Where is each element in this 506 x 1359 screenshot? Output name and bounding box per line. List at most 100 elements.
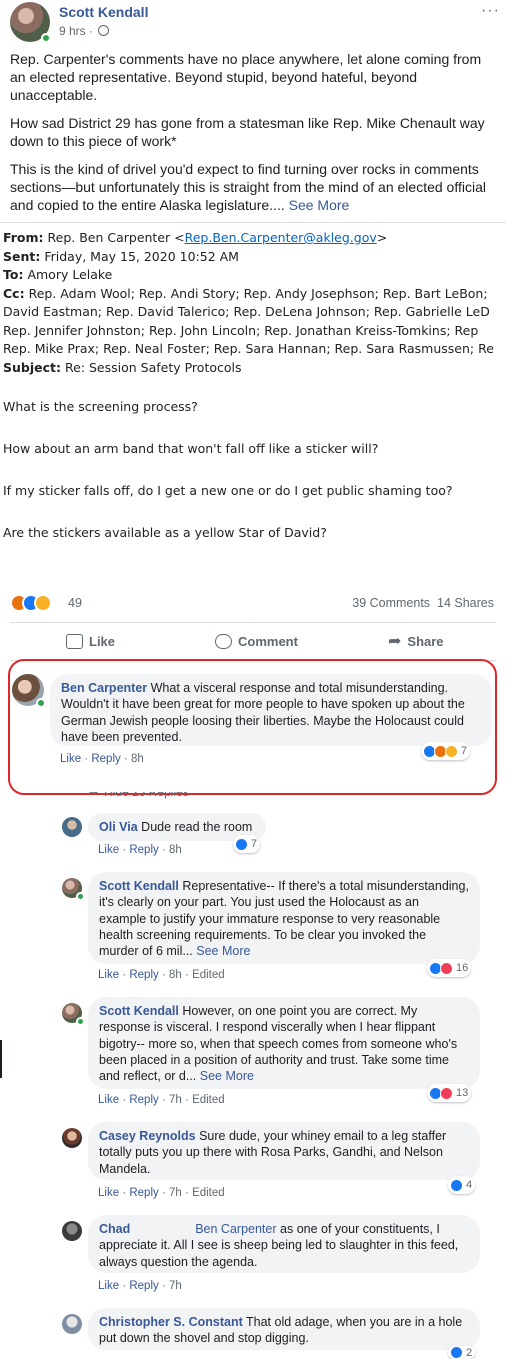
- comment-reaction-count: 2: [466, 1346, 473, 1359]
- commenter-name[interactable]: Christopher S. Constant: [99, 1315, 243, 1329]
- see-more-link[interactable]: See More: [289, 197, 350, 213]
- post-header: Scott Kendall 9 hrs · ···: [10, 2, 500, 43]
- separator: ·: [161, 1280, 166, 1292]
- comment-like-link[interactable]: Like: [98, 844, 119, 856]
- author-avatar[interactable]: [10, 2, 51, 43]
- post-timestamp[interactable]: 9 hrs ·: [59, 24, 93, 38]
- comment-actions: Like · Reply · 7h · Edited: [98, 1187, 225, 1199]
- commenter-avatar[interactable]: [62, 1221, 82, 1241]
- email-body: What is the screening process? How about…: [0, 399, 506, 540]
- separator: ·: [84, 753, 89, 765]
- comments-shares-count: 39 Comments 14 Shares: [352, 596, 494, 610]
- comment-bubble: Scott Kendall However, on one point you …: [88, 997, 480, 1089]
- share-icon: ➦: [388, 633, 402, 650]
- commenter-name[interactable]: Scott Kendall: [99, 1004, 179, 1018]
- comment-reply-link[interactable]: Reply: [129, 844, 158, 856]
- email-header: From: Rep. Ben Carpenter <Rep.Ben.Carpen…: [0, 223, 506, 377]
- comment-like-link[interactable]: Like: [98, 969, 119, 981]
- comment-time[interactable]: 7h: [169, 1187, 182, 1199]
- commenter-name[interactable]: Casey Reynolds: [99, 1129, 196, 1143]
- comment-label: Comment: [238, 634, 298, 649]
- commenter-name[interactable]: Ben Carpenter: [61, 681, 147, 695]
- email-cc-line: Cc: Rep. Adam Wool; Rep. Andi Story; Rep…: [3, 285, 488, 301]
- mask: [60, 780, 260, 792]
- post-paragraph-text: This is the kind of drivel you'd expect …: [10, 161, 486, 213]
- edited-label[interactable]: Edited: [192, 1094, 225, 1106]
- email-body-line: What is the screening process?: [3, 399, 198, 414]
- edited-label[interactable]: Edited: [192, 969, 225, 981]
- email-body-line: If my sticker falls off, do I get a new …: [3, 483, 453, 498]
- comment-reply-link[interactable]: Reply: [91, 753, 120, 765]
- comment-reactions[interactable]: 13: [427, 1084, 472, 1102]
- comment-time[interactable]: 7h: [169, 1094, 182, 1106]
- comment-like-link[interactable]: Like: [98, 1280, 119, 1292]
- comment-time[interactable]: 8h: [169, 969, 182, 981]
- commenter-avatar[interactable]: [62, 1003, 85, 1026]
- comment-reactions[interactable]: 4: [448, 1176, 476, 1194]
- comment-reaction-count: 13: [456, 1087, 469, 1099]
- post-text: Rep. Carpenter's comments have no place …: [10, 50, 494, 224]
- sad-reaction-icon: [445, 744, 458, 758]
- comment-like-link[interactable]: Like: [60, 753, 81, 765]
- divider: [10, 622, 496, 623]
- see-more-link[interactable]: See More: [200, 1069, 254, 1083]
- separator: ·: [185, 969, 189, 981]
- separator: ·: [122, 1187, 127, 1199]
- share-button[interactable]: ➦ Share: [388, 633, 444, 650]
- globe-icon: [98, 25, 110, 36]
- comment-reactions[interactable]: 7: [421, 742, 471, 760]
- thumbs-up-icon: [66, 634, 83, 649]
- email-screenshot-image[interactable]: From: Rep. Ben Carpenter <Rep.Ben.Carpen…: [0, 222, 506, 585]
- separator: ·: [161, 969, 166, 981]
- love-reaction-icon: [440, 1086, 453, 1100]
- comment-reply-link[interactable]: Reply: [129, 969, 158, 981]
- see-more-link[interactable]: See More: [196, 944, 250, 958]
- comment-reactions[interactable]: 7: [233, 835, 261, 853]
- commenter-name[interactable]: Oli Via: [99, 820, 138, 834]
- commenter-avatar[interactable]: [62, 817, 82, 837]
- shares-count[interactable]: 14 Shares: [437, 596, 494, 610]
- comment-reactions[interactable]: 2: [448, 1346, 476, 1359]
- comment-reaction-count: 7: [461, 745, 468, 757]
- post-meta: 9 hrs ·: [59, 24, 110, 38]
- like-button[interactable]: Like: [66, 634, 115, 649]
- like-reaction-icon: [450, 1178, 463, 1192]
- online-status-icon: [76, 1017, 85, 1026]
- post-author-name[interactable]: Scott Kendall: [59, 4, 148, 20]
- comment-actions: Like · Reply · 8h: [98, 844, 182, 856]
- comment-reply-link[interactable]: Reply: [129, 1094, 158, 1106]
- edge-marker: [0, 1040, 2, 1078]
- comment-reaction-count: 7: [251, 838, 258, 850]
- more-options-icon[interactable]: ···: [481, 2, 500, 20]
- comment-time[interactable]: 8h: [131, 753, 144, 765]
- reactions-summary: 49 39 Comments 14 Shares: [10, 592, 500, 612]
- separator: ·: [161, 1094, 166, 1106]
- edited-label[interactable]: Edited: [192, 1187, 225, 1199]
- commenter-avatar[interactable]: [62, 1128, 82, 1148]
- comments-count[interactable]: 39 Comments: [352, 596, 430, 610]
- mention-link[interactable]: Ben Carpenter: [195, 1222, 276, 1236]
- comment-text: Dude read the room: [141, 820, 253, 834]
- reaction-icons[interactable]: [10, 594, 52, 612]
- comment-bubble: Ben Carpenter What a visceral response a…: [50, 674, 492, 746]
- comment-reply-link[interactable]: Reply: [129, 1187, 158, 1199]
- commenter-avatar[interactable]: [62, 878, 85, 901]
- comment-reply-link[interactable]: Reply: [129, 1280, 158, 1292]
- comment-time[interactable]: 7h: [169, 1280, 182, 1292]
- wow-reaction-icon: [34, 594, 52, 612]
- email-cc-line: David Eastman; Rep. David Talerico; Rep.…: [3, 304, 490, 319]
- commenter-name[interactable]: Scott Kendall: [99, 879, 179, 893]
- email-to-line: To: Amory Lelake: [3, 267, 113, 282]
- comment-button[interactable]: Comment: [215, 634, 298, 649]
- commenter-avatar[interactable]: [12, 674, 46, 708]
- comment-text: as one of your constituents, I appreciat…: [99, 1222, 459, 1269]
- comment-like-link[interactable]: Like: [98, 1187, 119, 1199]
- comment-reactions[interactable]: 16: [427, 959, 472, 977]
- comment-like-link[interactable]: Like: [98, 1094, 119, 1106]
- commenter-avatar[interactable]: [62, 1314, 82, 1334]
- post-paragraph: Rep. Carpenter's comments have no place …: [10, 51, 482, 103]
- comment-time[interactable]: 8h: [169, 844, 182, 856]
- comment-reaction-count: 16: [456, 962, 469, 974]
- commenter-name[interactable]: Chad: [99, 1222, 130, 1236]
- reaction-count[interactable]: 49: [68, 596, 82, 610]
